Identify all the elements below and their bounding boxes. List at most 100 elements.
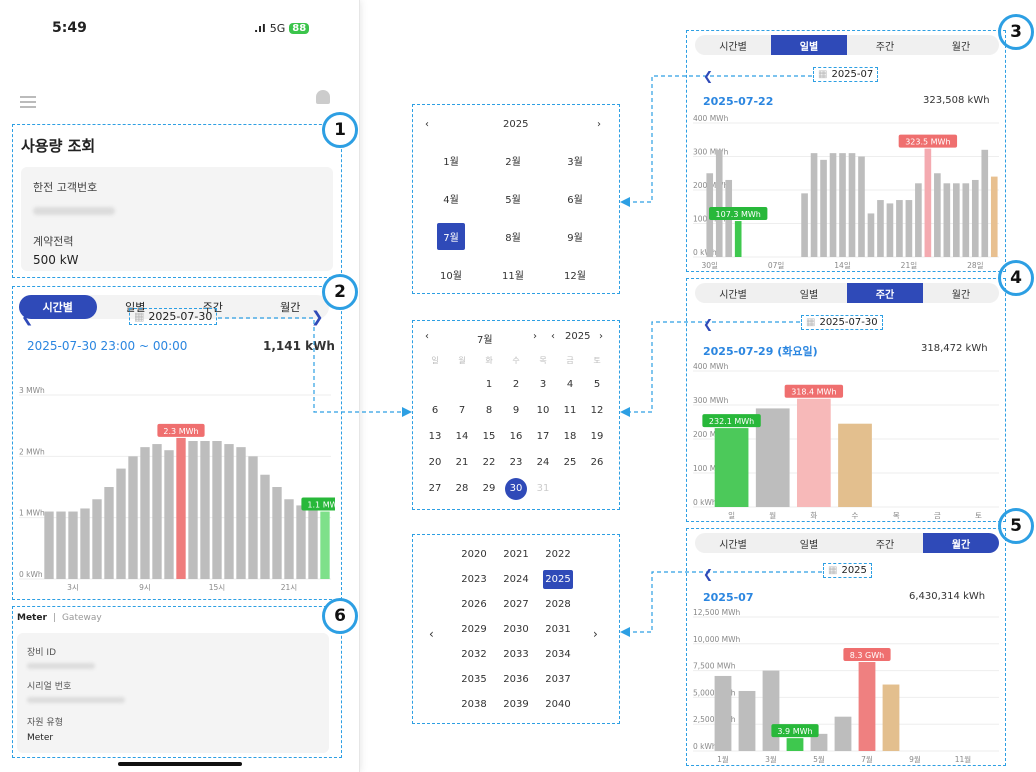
- year-cell[interactable]: 2040: [543, 699, 573, 710]
- tab-daily[interactable]: 일별: [771, 35, 847, 55]
- day-picker-month-next-icon[interactable]: ›: [533, 331, 537, 342]
- year-cell[interactable]: 2033: [501, 649, 531, 660]
- day-cell[interactable]: 17: [529, 431, 557, 442]
- day-cell[interactable]: 12: [583, 405, 611, 416]
- day-picker-year-next-icon[interactable]: ›: [599, 331, 603, 342]
- day-cell[interactable]: 22: [475, 457, 503, 468]
- tab-gateway[interactable]: Gateway: [62, 613, 102, 623]
- year-cell[interactable]: 2032: [459, 649, 489, 660]
- month-cell[interactable]: 8월: [499, 229, 527, 244]
- month-cell[interactable]: 7월: [437, 223, 465, 250]
- next-date-icon[interactable]: ❯: [311, 308, 324, 326]
- tab-daily[interactable]: 일별: [771, 283, 847, 303]
- day-cell[interactable]: 1: [475, 379, 503, 390]
- month-cell[interactable]: 9월: [561, 229, 589, 244]
- year-cell[interactable]: 2025: [543, 570, 573, 589]
- year-cell[interactable]: 2022: [543, 549, 573, 560]
- date-selector[interactable]: ▦ 2025: [823, 563, 872, 578]
- tab-hourly[interactable]: 시간별: [695, 35, 771, 55]
- day-cell[interactable]: 5: [583, 379, 611, 390]
- bell-icon[interactable]: [316, 90, 330, 104]
- day-cell[interactable]: 15: [475, 431, 503, 442]
- year-cell[interactable]: 2027: [501, 599, 531, 610]
- day-cell[interactable]: 14: [448, 431, 476, 442]
- day-cell[interactable]: 7: [448, 405, 476, 416]
- month-cell[interactable]: 4월: [437, 191, 465, 206]
- month-cell[interactable]: 3월: [561, 153, 589, 168]
- day-cell[interactable]: 3: [529, 379, 557, 390]
- day-cell[interactable]: 30: [505, 478, 527, 500]
- year-cell[interactable]: 2036: [501, 674, 531, 685]
- prev-date-icon[interactable]: ❮: [703, 567, 713, 581]
- month-cell[interactable]: 10월: [437, 267, 465, 282]
- year-cell[interactable]: 2028: [543, 599, 573, 610]
- day-picker-prev-icon[interactable]: ‹: [425, 331, 429, 342]
- year-cell[interactable]: 2035: [459, 674, 489, 685]
- month-cell[interactable]: 12월: [561, 267, 589, 282]
- date-selector[interactable]: ▦ 2025-07-30: [129, 308, 218, 325]
- year-cell[interactable]: 2030: [501, 624, 531, 635]
- tab-weekly[interactable]: 주간: [847, 533, 923, 553]
- day-cell[interactable]: 13: [421, 431, 449, 442]
- x-tick-label: 3월: [765, 754, 777, 764]
- day-cell[interactable]: 18: [556, 431, 584, 442]
- tab-monthly[interactable]: 월간: [923, 35, 999, 55]
- day-cell[interactable]: 2: [502, 379, 530, 390]
- year-cell[interactable]: 2037: [543, 674, 573, 685]
- day-cell[interactable]: 6: [421, 405, 449, 416]
- year-cell[interactable]: 2031: [543, 624, 573, 635]
- month-cell[interactable]: 1월: [437, 153, 465, 168]
- bar: [308, 508, 318, 579]
- year-cell[interactable]: 2021: [501, 549, 531, 560]
- tab-monthly[interactable]: 월간: [923, 533, 999, 553]
- prev-date-icon[interactable]: ❮: [21, 308, 34, 326]
- date-selector[interactable]: ▦ 2025-07: [813, 67, 879, 82]
- day-cell[interactable]: 8: [475, 405, 503, 416]
- year-cell[interactable]: 2029: [459, 624, 489, 635]
- year-cell[interactable]: 2038: [459, 699, 489, 710]
- tab-monthly[interactable]: 월간: [923, 283, 999, 303]
- day-cell[interactable]: 26: [583, 457, 611, 468]
- tab-weekly[interactable]: 주간: [847, 283, 923, 303]
- day-cell[interactable]: 4: [556, 379, 584, 390]
- day-picker-year-prev-icon[interactable]: ‹: [551, 331, 555, 342]
- tab-hourly[interactable]: 시간별: [695, 283, 771, 303]
- day-cell[interactable]: 31: [529, 483, 557, 494]
- prev-date-icon[interactable]: ❮: [703, 317, 713, 331]
- year-cell[interactable]: 2023: [459, 574, 489, 585]
- day-cell[interactable]: 16: [502, 431, 530, 442]
- year-picker-next-icon[interactable]: ›: [593, 627, 598, 641]
- month-cell[interactable]: 2월: [499, 153, 527, 168]
- month-picker-next-icon[interactable]: ›: [597, 119, 601, 130]
- date-selector[interactable]: ▦ 2025-07-30: [801, 315, 883, 330]
- day-cell[interactable]: 9: [502, 405, 530, 416]
- month-picker-prev-icon[interactable]: ‹: [425, 119, 429, 130]
- prev-date-icon[interactable]: ❮: [703, 69, 713, 83]
- day-cell[interactable]: 28: [448, 483, 476, 494]
- day-cell[interactable]: 23: [502, 457, 530, 468]
- month-cell[interactable]: 5월: [499, 191, 527, 206]
- day-cell[interactable]: 21: [448, 457, 476, 468]
- year-cell[interactable]: 2020: [459, 549, 489, 560]
- day-cell[interactable]: 10: [529, 405, 557, 416]
- month-cell[interactable]: 11월: [499, 267, 527, 282]
- day-cell[interactable]: 11: [556, 405, 584, 416]
- menu-icon[interactable]: [20, 96, 36, 108]
- tab-weekly[interactable]: 주간: [847, 35, 923, 55]
- day-cell[interactable]: 29: [475, 483, 503, 494]
- year-cell[interactable]: 2024: [501, 574, 531, 585]
- y-tick-label: 0 kWh: [19, 570, 43, 579]
- day-cell[interactable]: 25: [556, 457, 584, 468]
- day-cell[interactable]: 27: [421, 483, 449, 494]
- month-cell[interactable]: 6월: [561, 191, 589, 206]
- day-cell[interactable]: 20: [421, 457, 449, 468]
- tab-meter[interactable]: Meter: [17, 613, 47, 623]
- day-cell[interactable]: 24: [529, 457, 557, 468]
- year-cell[interactable]: 2026: [459, 599, 489, 610]
- tab-hourly[interactable]: 시간별: [695, 533, 771, 553]
- day-cell[interactable]: 19: [583, 431, 611, 442]
- year-cell[interactable]: 2034: [543, 649, 573, 660]
- tab-daily[interactable]: 일별: [771, 533, 847, 553]
- year-cell[interactable]: 2039: [501, 699, 531, 710]
- year-picker-prev-icon[interactable]: ‹: [429, 627, 434, 641]
